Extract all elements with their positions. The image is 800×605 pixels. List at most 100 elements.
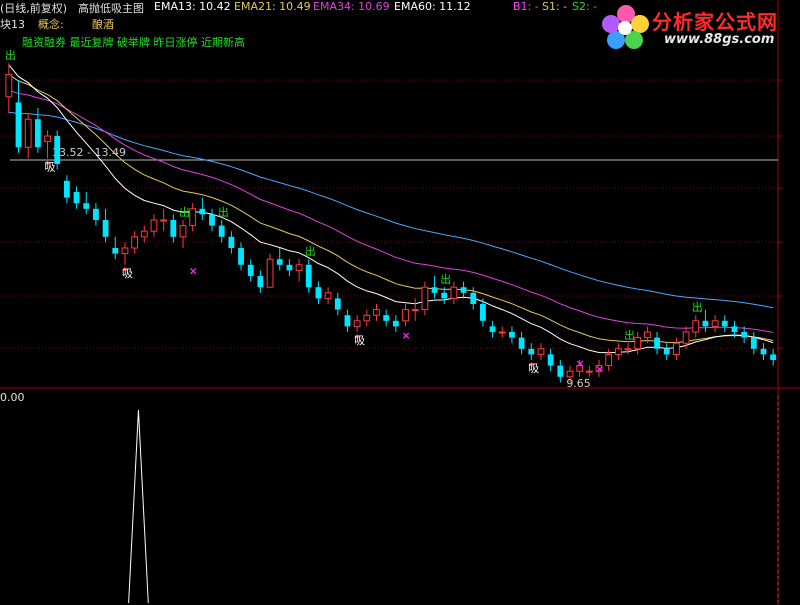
candle-down [470,292,477,304]
cross-mark-icon: × [576,357,585,370]
candle-down [431,287,438,293]
candle-down [199,208,206,215]
candle-up [131,236,139,249]
candle-up [353,320,361,327]
candle-down [480,304,486,321]
sell-signal-label: 出 [218,205,229,219]
candle-up [295,264,303,271]
candle-up [498,331,506,334]
candle-up [643,331,651,339]
sell-signal-label: 出 [5,48,16,62]
candle-down [247,264,254,276]
candle-up [24,118,32,148]
candle-up [5,73,13,98]
block-label: 块13 [0,18,25,31]
sell-signal-label: 出 [692,300,703,314]
concept-tags: 融资融券 最近复牌 破举牌 昨日涨停 近期新高 [22,36,245,49]
candle-down [547,354,554,366]
site-watermark: 分析家公式网 www.88gs.com [600,0,800,52]
sell-signal-label: 出 [305,244,316,258]
s1-value: S1: - [542,0,568,13]
candle-up [624,348,632,351]
b1-value: B1: - [513,0,539,13]
candle-down [63,180,70,198]
candle-up [585,370,593,373]
candle-up [605,353,613,367]
candle-up [411,309,419,312]
cross-mark-icon: × [595,362,604,375]
candle-down [392,320,399,327]
candle-down [731,326,738,332]
chart-window: 13.52 - 13.49 吸吸吸吸出出出出出出出 × × × × 9.65 0.00 (日线… [0,0,800,605]
candle-down [286,264,293,271]
candle-down [528,348,535,355]
low-price-label: 9.65 [566,377,591,390]
candle-up [537,348,545,355]
sub-panel-value: 0.00 [0,391,25,404]
candle-down [509,332,515,338]
candle-up [189,208,197,227]
candle-up [150,219,158,232]
candle-down [257,276,264,288]
watermark-url: www.88gs.com [664,32,775,47]
watermark-title: 分析家公式网 [652,10,778,34]
ema21-line [8,73,774,344]
ema34-value: EMA34: 10.69 [313,0,390,13]
candle-down [344,315,351,327]
candle-down [93,208,99,220]
concept-value: 酿酒 [92,18,114,31]
candle-down [73,192,80,204]
candle-up [421,286,429,311]
candle-down [654,337,660,349]
cross-mark-icon: × [402,329,411,342]
buy-signal-label: 吸 [122,267,133,280]
candle-down [102,220,109,237]
candle-down [209,214,215,226]
candle-down [557,365,564,377]
candle-down [460,287,467,293]
sub-indicator-line [128,409,149,604]
candle-up [673,342,680,355]
candle-up [44,135,51,143]
sell-signal-label: 出 [624,328,635,342]
candle-down [276,259,283,265]
indicator-name: 高抛低吸主图 [78,2,144,15]
cross-mark-icon: × [189,264,198,277]
candle-down [170,220,177,237]
ema13-value: EMA13: 10.42 [154,0,231,13]
candle-down [218,225,225,237]
candle-down [228,236,235,248]
candle-up [373,309,380,316]
candle-down [750,337,757,349]
candle-up [682,331,690,344]
ema60-value: EMA60: 11.12 [394,0,471,13]
candle-up [634,337,642,350]
candle-down [334,298,341,310]
candle-up [692,320,700,333]
candle-down [315,287,322,299]
candle-down [760,348,767,355]
candle-down [663,348,670,355]
concept-label: 概念: [38,18,64,31]
candle-up [566,370,574,378]
ema21-value: EMA21: 10.49 [234,0,311,13]
candle-down [34,119,41,148]
chart-canvas[interactable]: 13.52 - 13.49吸吸吸吸出出 出出出出出××× ×9.650.00 [0,0,800,605]
candle-down [83,203,90,209]
candle-down [518,337,525,349]
candle-up [324,292,332,299]
candle-down [702,320,709,327]
candle-down [489,326,496,332]
candle-down [305,264,312,288]
candle-down [770,354,777,360]
candle-up [179,225,187,238]
buy-signal-label: 吸 [45,160,56,173]
candle-down [721,320,728,327]
candle-down [238,248,244,265]
candle-up [266,258,274,288]
candle-down [441,292,448,299]
sell-signal-label: 出 [179,205,190,219]
candle-up [160,219,168,222]
candle-down [15,102,22,148]
ema13-line [8,64,774,354]
